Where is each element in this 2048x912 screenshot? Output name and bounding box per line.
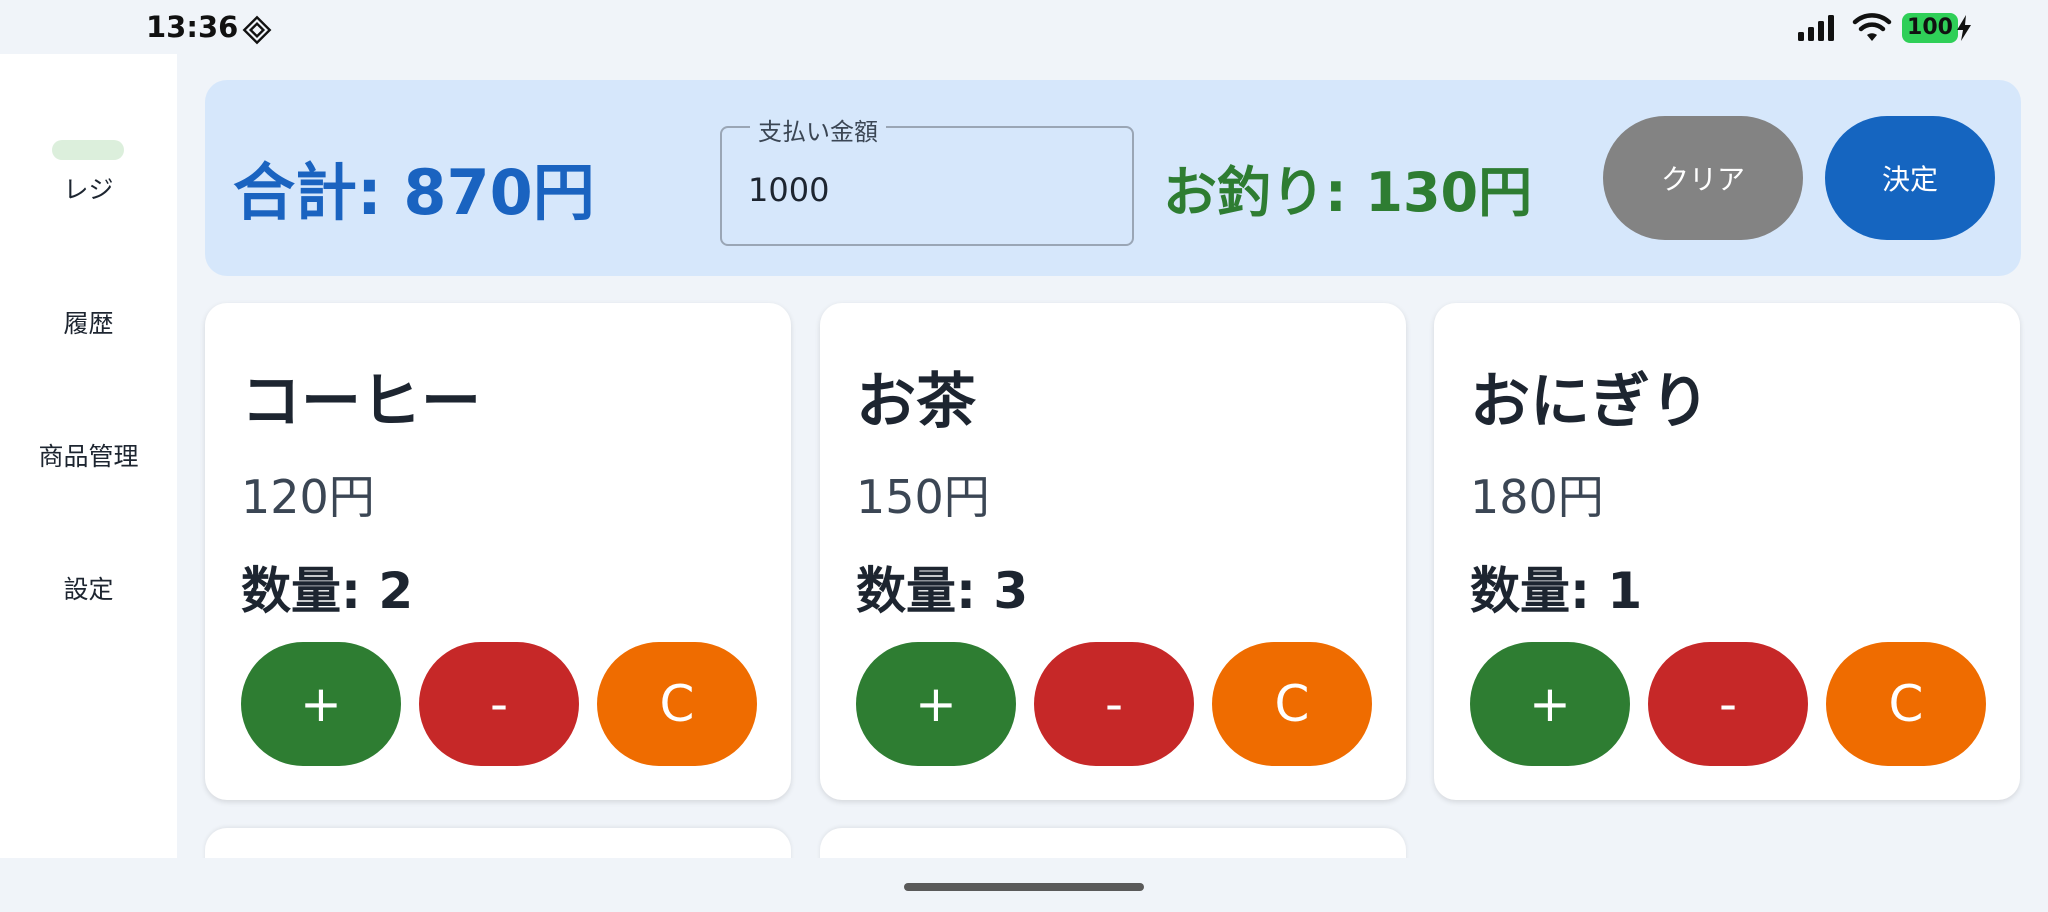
sidebar-item-label: 履歴	[63, 309, 114, 338]
battery-level: 100	[1907, 15, 1953, 40]
payment-amount-field[interactable]: 支払い金額	[720, 112, 1134, 246]
sidebar-item-history[interactable]: 履歴	[0, 304, 177, 340]
product-card-tea: お茶 150円 数量: 3 + - C	[820, 303, 1406, 800]
product-price: 120円	[241, 470, 375, 524]
product-name: お茶	[856, 367, 976, 437]
product-card-onigiri: おにぎり 180円 数量: 1 + - C	[1434, 303, 2020, 800]
sidebar-nav: レジ 履歴 商品管理 設定	[0, 54, 177, 858]
sidebar-item-label: 商品管理	[38, 442, 139, 471]
status-time: 13:36	[146, 10, 239, 44]
product-card-coffee: コーヒー 120円 数量: 2 + - C	[205, 303, 791, 800]
product-name: おにぎり	[1470, 367, 1710, 437]
wifi-icon	[1852, 13, 1892, 41]
clear-quantity-button[interactable]: C	[597, 642, 757, 766]
clear-quantity-button[interactable]: C	[1826, 642, 1986, 766]
payment-amount-input[interactable]	[746, 164, 1110, 216]
sidebar-item-label: レジ	[63, 175, 114, 204]
sidebar-item-label: 設定	[63, 575, 114, 604]
decrement-button[interactable]: -	[1034, 642, 1194, 766]
sidebar-item-register[interactable]: レジ	[0, 170, 177, 206]
product-quantity: 数量: 3	[856, 562, 1029, 620]
product-price: 150円	[856, 470, 990, 524]
product-price: 180円	[1470, 470, 1604, 524]
app-notification-icon	[242, 15, 272, 45]
status-bar: 13:36 100	[0, 0, 2048, 54]
charging-bolt-icon	[1957, 15, 1971, 41]
active-nav-indicator	[52, 140, 124, 160]
product-name: コーヒー	[241, 367, 481, 437]
product-quantity: 数量: 2	[241, 562, 414, 620]
decrement-button[interactable]: -	[419, 642, 579, 766]
home-indicator[interactable]	[904, 883, 1144, 891]
clear-button[interactable]: クリア	[1603, 116, 1803, 240]
product-quantity: 数量: 1	[1470, 562, 1643, 620]
confirm-button[interactable]: 決定	[1825, 116, 1995, 240]
decrement-button[interactable]: -	[1648, 642, 1808, 766]
clear-quantity-button[interactable]: C	[1212, 642, 1372, 766]
battery-indicator: 100	[1902, 13, 1958, 43]
increment-button[interactable]: +	[856, 642, 1016, 766]
payment-amount-label: 支払い金額	[750, 112, 886, 147]
sidebar-item-settings[interactable]: 設定	[0, 570, 177, 606]
increment-button[interactable]: +	[241, 642, 401, 766]
increment-button[interactable]: +	[1470, 642, 1630, 766]
checkout-summary-card: 合計: 870円 支払い金額 お釣り: 130円 クリア 決定	[205, 80, 2021, 276]
change-amount: お釣り: 130円	[1163, 161, 1533, 224]
total-amount: 合計: 870円	[233, 156, 595, 229]
sidebar-item-product-management[interactable]: 商品管理	[0, 437, 177, 473]
cellular-signal-icon	[1798, 15, 1834, 41]
